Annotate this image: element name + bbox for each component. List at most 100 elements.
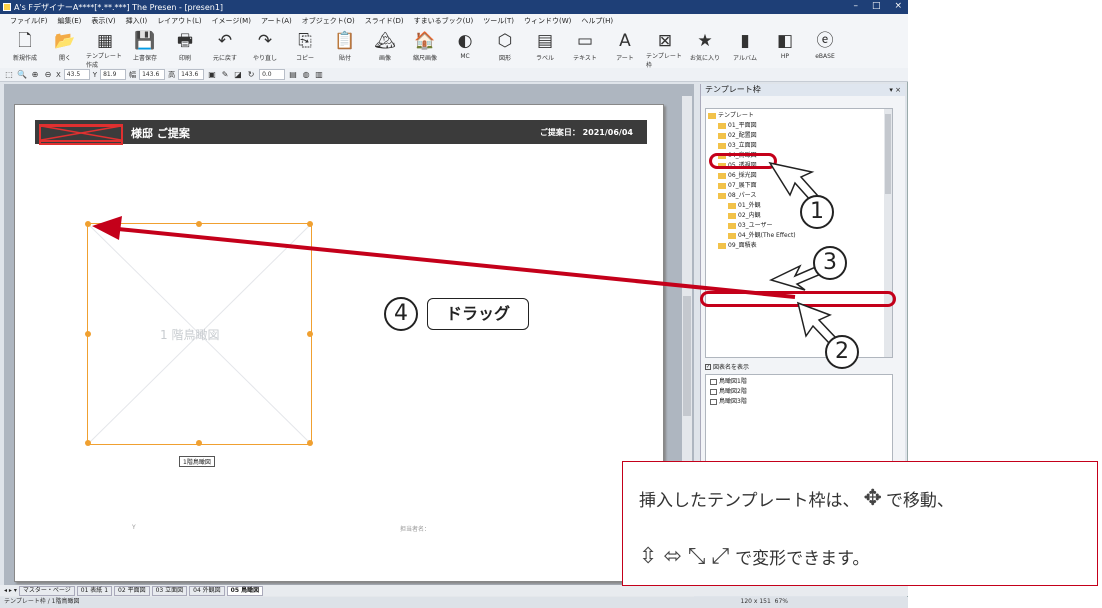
resize-handle-s[interactable] <box>196 440 202 446</box>
menu-image[interactable]: イメージ(M) <box>212 16 251 26</box>
ebase-button[interactable]: ⓔ eBASE <box>806 28 844 68</box>
close-button[interactable]: × <box>894 1 902 11</box>
align-icon[interactable]: ▤ <box>288 70 298 80</box>
shape-button[interactable]: ⬡ 図形 <box>486 28 524 68</box>
resize-handle-n[interactable] <box>196 221 202 227</box>
redo-button[interactable]: ↷ やり直し <box>246 28 284 68</box>
list-item[interactable]: 鳥瞰図2階 <box>710 387 888 397</box>
resize-handle-w[interactable] <box>85 331 91 337</box>
album-button[interactable]: ▮ アルバム <box>726 28 764 68</box>
tree-item[interactable]: 07_展下面 <box>708 181 890 191</box>
height-field[interactable]: 143.6 <box>178 69 205 80</box>
menu-layout[interactable]: レイアウト(L) <box>157 16 201 26</box>
copy-button[interactable]: ⎘ コピー <box>286 28 324 68</box>
width-field[interactable]: 143.6 <box>139 69 166 80</box>
tree-item[interactable]: 06_採光図 <box>708 171 890 181</box>
menu-smilebook[interactable]: すまいるブック(U) <box>414 16 474 26</box>
menu-insert[interactable]: 挿入(I) <box>126 16 148 26</box>
minimize-button[interactable]: – <box>853 1 858 11</box>
tree-scroll-thumb[interactable] <box>885 114 891 194</box>
tree-scrollbar[interactable] <box>884 109 892 357</box>
menu-slide[interactable]: スライド(D) <box>365 16 404 26</box>
folder-icon <box>708 113 716 119</box>
favorite-button[interactable]: ★ お気に入り <box>686 28 724 68</box>
tree-item[interactable]: 02_配置図 <box>708 131 890 141</box>
list-item[interactable]: 鳥瞰図1階 <box>710 377 888 387</box>
maximize-button[interactable]: □ <box>872 1 881 11</box>
proposal-title[interactable]: 様邸 ご提案 <box>131 125 190 141</box>
tree-item[interactable]: 03_立面図 <box>708 141 890 151</box>
scaled-image-button[interactable]: 🏠 縮尺画像 <box>406 28 444 68</box>
show-name-checkbox[interactable]: ✓ <box>705 363 711 370</box>
tree-item[interactable]: 01_外観 <box>708 201 890 211</box>
print-button[interactable]: 🖶 印刷 <box>166 28 204 68</box>
menu-help[interactable]: ヘルプ(H) <box>581 16 613 26</box>
zoom-in-icon[interactable]: ⊕ <box>30 70 40 80</box>
step-3-badge: 3 <box>813 246 847 280</box>
resize-handle-sw[interactable] <box>85 440 91 446</box>
image-button[interactable]: 🏔 画像 <box>366 28 404 68</box>
y-field[interactable]: 81.9 <box>100 69 127 80</box>
rotation-field[interactable]: 0.0 <box>259 69 286 80</box>
new-doc-button[interactable]: 🗋 新規作成 <box>6 28 44 68</box>
list-item[interactable]: 鳥瞰図3階 <box>710 397 888 407</box>
mc-button[interactable]: ◐ MC <box>446 28 484 68</box>
tab-elevation[interactable]: 03 立面図 <box>151 585 188 596</box>
resize-diagonal-nesw-icon: ⤢ <box>711 544 730 569</box>
ribbon-label: コピー <box>295 55 314 62</box>
x-field[interactable]: 43.5 <box>63 69 90 80</box>
template-tree[interactable]: テンプレート 01_平面図 02_配置図 03_立面図 04_鳥瞰図 05_透視図 06_採… <box>705 108 893 358</box>
paste-button[interactable]: 📋 貼付 <box>326 28 364 68</box>
tab-exterior[interactable]: 04 外観図 <box>189 585 225 596</box>
template-create-button[interactable]: ▦ テンプレート作成 <box>86 28 124 69</box>
label-button[interactable]: ▤ ラベル <box>526 28 564 68</box>
ribbon-label: テンプレート作成 <box>86 53 122 69</box>
tab-cover[interactable]: 01 表紙 1 <box>76 585 113 596</box>
tree-item[interactable]: テンプレート <box>708 111 890 121</box>
rotate-icon[interactable]: ↻ <box>246 70 256 80</box>
folder-icon <box>728 223 736 229</box>
panel-pin-icon[interactable]: ▾ × <box>889 84 901 96</box>
tab-nav-icon[interactable]: ◂ ▸ ▾ <box>4 587 17 594</box>
line-color-icon[interactable]: ✎ <box>220 70 230 80</box>
fill-icon[interactable]: ▣ <box>207 70 217 80</box>
menu-view[interactable]: 表示(V) <box>91 16 115 26</box>
menu-art[interactable]: アート(A) <box>261 16 292 26</box>
tree-item[interactable]: 03_ユーザー <box>708 221 890 231</box>
zoom-icon[interactable]: 🔍 <box>17 70 27 80</box>
open-folder-button[interactable]: 📂 開く <box>46 28 84 68</box>
menu-file[interactable]: ファイル(F) <box>10 16 48 26</box>
resize-handle-e[interactable] <box>307 331 313 337</box>
show-name-option[interactable]: ✓ 図表名を表示 <box>705 362 749 371</box>
chart-icon[interactable]: ▥ <box>314 70 324 80</box>
template-frame-button[interactable]: ⊠ テンプレート枠 <box>646 28 684 69</box>
tab-birdseye[interactable]: 05 鳥瞰図 <box>226 585 264 596</box>
menu-tools[interactable]: ツール(T) <box>483 16 514 26</box>
tab-master-page[interactable]: マスター・ページ <box>18 585 75 596</box>
shadow-icon[interactable]: ◪ <box>233 70 243 80</box>
tree-item[interactable]: 08_パース <box>708 191 890 201</box>
undo-button[interactable]: ↶ 元に戻す <box>206 28 244 68</box>
menu-window[interactable]: ウィンドウ(W) <box>524 16 571 26</box>
hp-button[interactable]: ◧ HP <box>766 28 804 68</box>
color-wheel-icon[interactable]: ◍ <box>301 70 311 80</box>
tab-floor-plan[interactable]: 02 平面図 <box>114 585 150 596</box>
resize-handle-ne[interactable] <box>307 221 313 227</box>
step-1-badge: 1 <box>800 195 834 229</box>
tree-item[interactable]: 09_面積表 <box>708 241 890 251</box>
resize-handle-nw[interactable] <box>85 221 91 227</box>
art-button[interactable]: A アート <box>606 28 644 68</box>
frame-caption[interactable]: 1階鳥瞰図 <box>179 456 215 467</box>
tree-item[interactable]: 01_平面図 <box>708 121 890 131</box>
zoom-out-icon[interactable]: ⊖ <box>43 70 53 80</box>
menu-object[interactable]: オブジェクト(O) <box>302 16 355 26</box>
scroll-thumb[interactable] <box>683 296 691 416</box>
save-button[interactable]: 💾 上書保存 <box>126 28 164 68</box>
tree-item[interactable]: 04_外観(The Effect) <box>708 231 890 241</box>
menu-edit[interactable]: 編集(E) <box>58 16 82 26</box>
resize-handle-se[interactable] <box>307 440 313 446</box>
tree-item[interactable]: 02_内観 <box>708 211 890 221</box>
text-button[interactable]: ▭ テキスト <box>566 28 604 68</box>
proposal-date[interactable]: ご提案日： 2021/06/04 <box>540 127 633 138</box>
select-icon[interactable]: ⬚ <box>4 70 14 80</box>
